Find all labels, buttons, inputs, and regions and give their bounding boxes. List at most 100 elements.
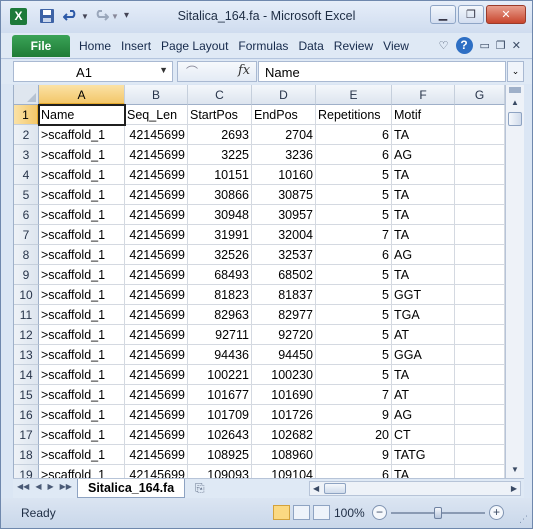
cell-e11[interactable]: 5 <box>316 305 392 325</box>
cell-a5[interactable]: >scaffold_1 <box>39 185 125 205</box>
resize-handle-icon[interactable]: ⌒ <box>186 63 198 80</box>
cell-f6[interactable]: TA <box>392 205 455 225</box>
zoom-in-icon[interactable]: + <box>489 505 504 520</box>
insert-sheet-icon[interactable]: ⎘ <box>195 481 205 496</box>
cell-c15[interactable]: 101677 <box>188 385 252 405</box>
sheet-tab[interactable]: Sitalica_164.fa <box>77 479 186 498</box>
cell-e1[interactable]: Repetitions <box>316 105 392 125</box>
cell-d16[interactable]: 101726 <box>252 405 316 425</box>
cell-g4[interactable] <box>455 165 505 185</box>
cell-d8[interactable]: 32537 <box>252 245 316 265</box>
row-header[interactable]: 9 <box>14 265 39 285</box>
cell-g14[interactable] <box>455 365 505 385</box>
zoom-out-icon[interactable]: − <box>372 505 387 520</box>
first-sheet-icon[interactable]: ◀◀ <box>17 482 29 491</box>
minimize-ribbon-icon[interactable]: ♡ <box>439 39 449 52</box>
cell-e17[interactable]: 20 <box>316 425 392 445</box>
row-header[interactable]: 1 <box>14 105 39 125</box>
cell-g6[interactable] <box>455 205 505 225</box>
cell-b6[interactable]: 42145699 <box>125 205 188 225</box>
cell-e18[interactable]: 9 <box>316 445 392 465</box>
cell-c13[interactable]: 94436 <box>188 345 252 365</box>
cell-e16[interactable]: 9 <box>316 405 392 425</box>
cell-g13[interactable] <box>455 345 505 365</box>
cell-a6[interactable]: >scaffold_1 <box>39 205 125 225</box>
cell-b14[interactable]: 42145699 <box>125 365 188 385</box>
cell-a10[interactable]: >scaffold_1 <box>39 285 125 305</box>
cell-d6[interactable]: 30957 <box>252 205 316 225</box>
cell-g9[interactable] <box>455 265 505 285</box>
close-button[interactable]: ✕ <box>486 5 526 24</box>
cell-e5[interactable]: 5 <box>316 185 392 205</box>
row-header[interactable]: 3 <box>14 145 39 165</box>
cell-d2[interactable]: 2704 <box>252 125 316 145</box>
cell-f3[interactable]: AG <box>392 145 455 165</box>
tab-page-layout[interactable]: Page Layout <box>161 39 228 53</box>
cell-d1[interactable]: EndPos <box>252 105 316 125</box>
cell-g2[interactable] <box>455 125 505 145</box>
cell-a3[interactable]: >scaffold_1 <box>39 145 125 165</box>
scroll-left-icon[interactable]: ◀ <box>313 482 319 496</box>
select-all-button[interactable] <box>14 85 39 105</box>
cell-a11[interactable]: >scaffold_1 <box>39 305 125 325</box>
cell-d10[interactable]: 81837 <box>252 285 316 305</box>
row-header[interactable]: 4 <box>14 165 39 185</box>
cell-f16[interactable]: AG <box>392 405 455 425</box>
row-header[interactable]: 15 <box>14 385 39 405</box>
column-header-a[interactable]: A <box>39 85 125 105</box>
minimize-button[interactable]: ▁ <box>430 5 456 24</box>
horizontal-scrollbar[interactable]: ◀ ▶ <box>309 481 521 496</box>
cell-g1[interactable] <box>455 105 505 125</box>
insert-function-icon[interactable]: fx <box>238 63 250 78</box>
cell-f5[interactable]: TA <box>392 185 455 205</box>
cell-d15[interactable]: 101690 <box>252 385 316 405</box>
cell-c2[interactable]: 2693 <box>188 125 252 145</box>
row-header[interactable]: 19 <box>14 465 39 478</box>
cell-c11[interactable]: 82963 <box>188 305 252 325</box>
cell-a13[interactable]: >scaffold_1 <box>39 345 125 365</box>
cell-f8[interactable]: AG <box>392 245 455 265</box>
cell-e6[interactable]: 5 <box>316 205 392 225</box>
cell-b11[interactable]: 42145699 <box>125 305 188 325</box>
cell-e8[interactable]: 6 <box>316 245 392 265</box>
cell-d12[interactable]: 92720 <box>252 325 316 345</box>
cell-a14[interactable]: >scaffold_1 <box>39 365 125 385</box>
cell-a16[interactable]: >scaffold_1 <box>39 405 125 425</box>
cell-d7[interactable]: 32004 <box>252 225 316 245</box>
row-header[interactable]: 10 <box>14 285 39 305</box>
cell-c14[interactable]: 100221 <box>188 365 252 385</box>
name-box[interactable]: A1 ▼ <box>13 61 173 82</box>
cell-d17[interactable]: 102682 <box>252 425 316 445</box>
cell-a9[interactable]: >scaffold_1 <box>39 265 125 285</box>
cell-a18[interactable]: >scaffold_1 <box>39 445 125 465</box>
last-sheet-icon[interactable]: ▶▶ <box>60 482 72 491</box>
cell-c4[interactable]: 10151 <box>188 165 252 185</box>
prev-sheet-icon[interactable]: ◀ <box>35 482 41 491</box>
cell-e4[interactable]: 5 <box>316 165 392 185</box>
cell-f2[interactable]: TA <box>392 125 455 145</box>
horizontal-scroll-thumb[interactable] <box>324 483 346 494</box>
row-header[interactable]: 18 <box>14 445 39 465</box>
cell-g18[interactable] <box>455 445 505 465</box>
zoom-level[interactable]: 100% <box>334 506 365 520</box>
page-break-view-icon[interactable] <box>313 505 330 520</box>
row-header[interactable]: 12 <box>14 325 39 345</box>
column-header-c[interactable]: C <box>188 85 252 105</box>
workbook-restore-icon[interactable]: ❐ <box>496 39 506 52</box>
cell-g5[interactable] <box>455 185 505 205</box>
column-header-f[interactable]: F <box>392 85 455 105</box>
cell-b7[interactable]: 42145699 <box>125 225 188 245</box>
cell-g10[interactable] <box>455 285 505 305</box>
cell-a8[interactable]: >scaffold_1 <box>39 245 125 265</box>
cell-d3[interactable]: 3236 <box>252 145 316 165</box>
tab-view[interactable]: View <box>383 39 409 53</box>
cell-g3[interactable] <box>455 145 505 165</box>
cell-d4[interactable]: 10160 <box>252 165 316 185</box>
cell-b17[interactable]: 42145699 <box>125 425 188 445</box>
normal-view-icon[interactable] <box>273 505 290 520</box>
cell-f19[interactable]: TA <box>392 465 455 478</box>
cell-d19[interactable]: 109104 <box>252 465 316 478</box>
cell-g17[interactable] <box>455 425 505 445</box>
cell-g12[interactable] <box>455 325 505 345</box>
cell-b5[interactable]: 42145699 <box>125 185 188 205</box>
